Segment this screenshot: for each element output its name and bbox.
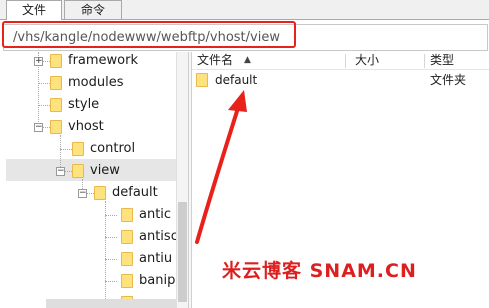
watermark-text: 米云博客 SNAM.CN [222, 260, 417, 282]
tree-line [38, 105, 50, 106]
folder-icon [94, 186, 106, 200]
list-item[interactable]: default 文件夹 [192, 71, 489, 89]
tree-item-label: vhost [68, 119, 104, 134]
tab-file[interactable]: 文件 [6, 0, 62, 20]
column-separator[interactable] [424, 54, 425, 68]
folder-icon [121, 208, 133, 222]
list-header: 文件名 ▲ 大小 类型 [192, 52, 489, 70]
tree-item-label: modules [68, 75, 124, 90]
tree-item-label: control [90, 141, 136, 156]
folder-icon [72, 142, 84, 156]
tree-line [64, 171, 72, 172]
tree-line [42, 127, 50, 128]
column-header-name[interactable]: 文件名 [197, 52, 233, 69]
folder-icon [50, 76, 62, 90]
folder-icon [196, 73, 208, 87]
folder-tree: + framework modules style − vhost contro… [0, 52, 188, 308]
tree-line [105, 259, 117, 260]
tree-line [60, 149, 72, 150]
folder-icon [72, 164, 84, 178]
tree-item-label: framework [68, 53, 139, 68]
folder-icon [50, 54, 62, 68]
tree-item-label: default [112, 185, 158, 200]
tree-item-label: antisc [139, 229, 178, 244]
list-item-type: 文件夹 [430, 73, 467, 87]
tree-line [105, 237, 117, 238]
tree-item-label: view [90, 163, 120, 178]
column-header-size[interactable]: 大小 [355, 52, 379, 69]
tree-line [42, 61, 50, 62]
collapse-icon[interactable]: − [56, 167, 65, 176]
collapse-icon[interactable]: − [34, 123, 43, 132]
tree-item-label: antiu [139, 251, 173, 266]
folder-icon [50, 98, 62, 112]
tree-item-label: style [68, 97, 100, 112]
tree-line [38, 83, 50, 84]
tree-line [86, 193, 94, 194]
folder-icon [50, 120, 62, 134]
collapse-icon[interactable]: − [78, 189, 87, 198]
column-header-type[interactable]: 类型 [430, 52, 454, 69]
folder-icon [121, 230, 133, 244]
tree-line [105, 215, 117, 216]
annotation-highlight-box [2, 21, 296, 48]
tree-line [105, 201, 106, 308]
folder-icon [121, 252, 133, 266]
expand-icon[interactable]: + [34, 57, 43, 66]
folder-icon [121, 274, 133, 288]
tree-horizontal-scrollbar[interactable] [46, 299, 176, 308]
tree-item-label: banip [139, 273, 176, 288]
tab-bar: 文件 命令 [0, 0, 489, 20]
sort-ascending-icon: ▲ [244, 55, 251, 65]
tree-item-label: antic [139, 207, 172, 222]
list-item-name: default [215, 73, 258, 87]
scrollbar-thumb[interactable] [178, 202, 187, 302]
tab-command[interactable]: 命令 [64, 0, 122, 19]
column-separator[interactable] [345, 54, 346, 68]
tree-vertical-scrollbar[interactable] [176, 52, 188, 308]
tree-line [105, 281, 117, 282]
